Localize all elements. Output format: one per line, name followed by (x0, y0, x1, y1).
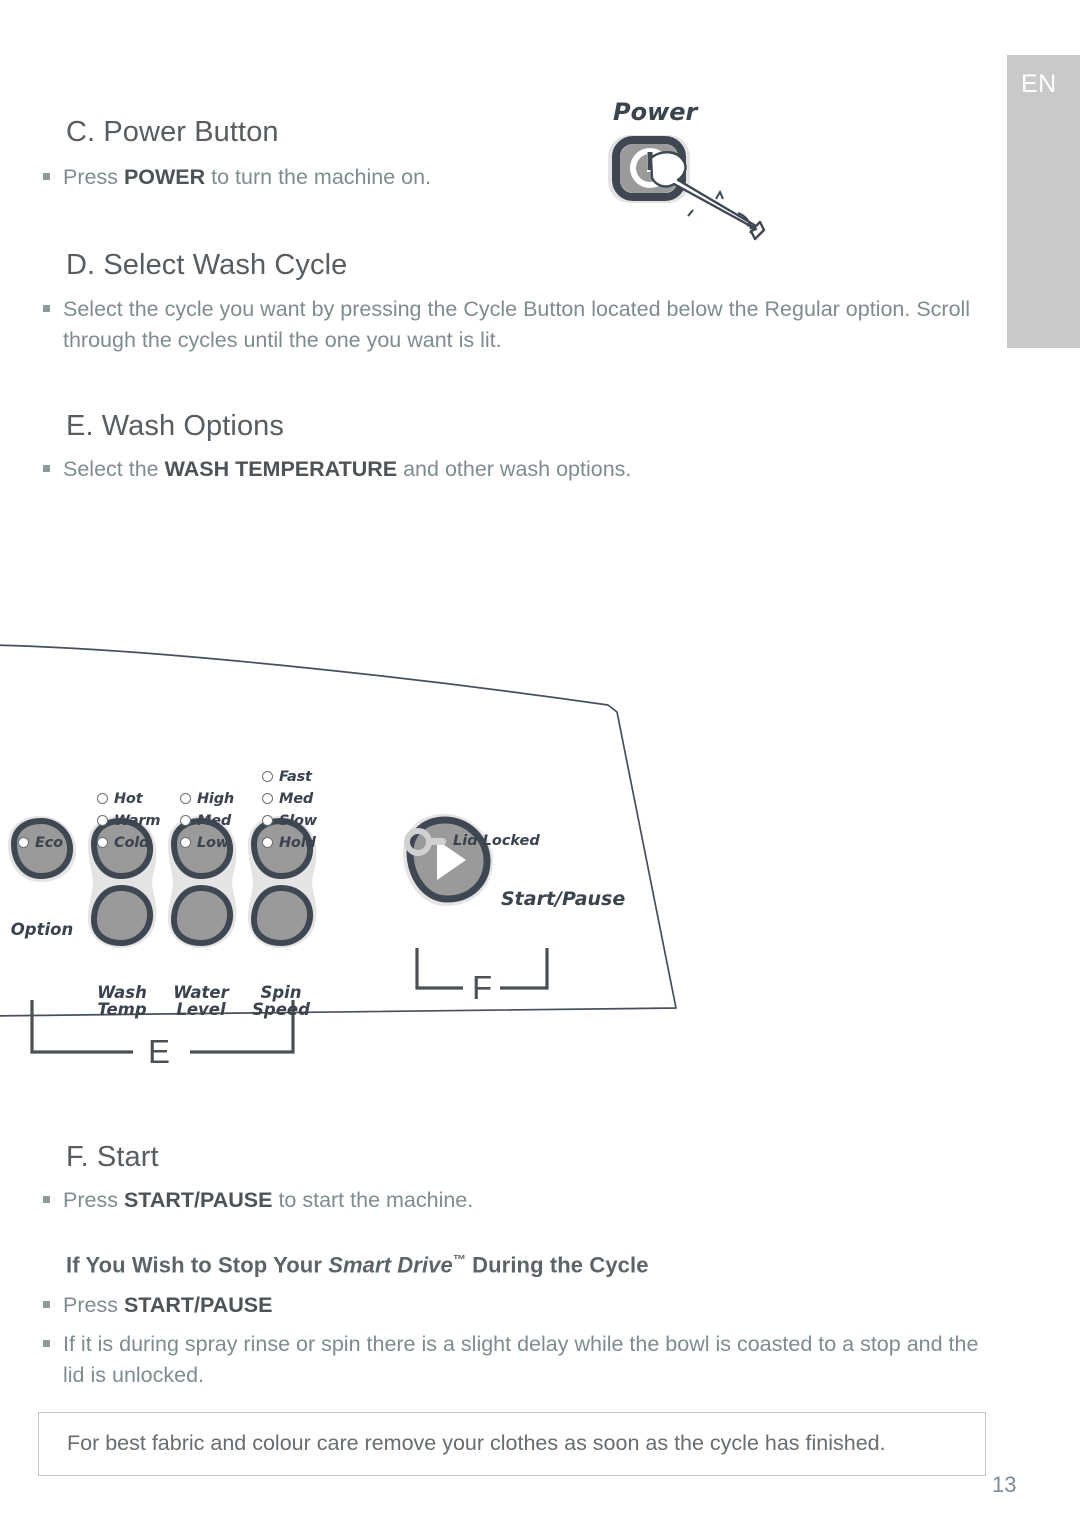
bullet-text: If it is during spray rinse or spin ther… (63, 1332, 979, 1387)
bullet-square-icon (43, 173, 50, 180)
note-box: For best fabric and colour care remove y… (38, 1412, 986, 1476)
led-wash-cold (97, 837, 108, 848)
button-label-option: Option (10, 920, 74, 939)
start-pause-button-graphic (403, 814, 494, 906)
led-label-wash-cold: Cold (114, 835, 150, 851)
led-spin-med (262, 793, 273, 804)
power-illustration-label: Power (613, 98, 698, 126)
stop-subsection-heading: If You Wish to Stop Your Smart Drive™ Du… (66, 1252, 649, 1278)
bullet-text: Select the cycle you want by pressing th… (63, 297, 971, 352)
led-label-spin-med: Med (279, 791, 314, 807)
bullet-spray-rinse-delay: If it is during spray rinse or spin ther… (43, 1329, 995, 1391)
language-tab-label: EN (1021, 70, 1057, 98)
bullet-text: Press POWER to turn the machine on. (63, 165, 432, 189)
led-wash-hot (97, 793, 108, 804)
language-tab: EN (1007, 55, 1080, 348)
led-wash-warm (97, 815, 108, 826)
bullet-square-icon (43, 305, 50, 312)
bullet-start: Press START/PAUSE to start the machine. (43, 1185, 663, 1216)
button-label-wash-temp-line2: Temp (97, 1000, 147, 1019)
led-spin-hold (262, 837, 273, 848)
marker-letter-f: F (472, 969, 493, 1006)
led-water-med (180, 815, 191, 826)
button-label-water-level-line2: Level (176, 1000, 226, 1019)
bullet-square-icon (43, 1196, 50, 1203)
led-label-option-eco: Eco (35, 835, 63, 851)
led-label-water-high: High (197, 791, 235, 807)
led-spin-fast (262, 771, 273, 782)
bullet-press-start-pause: Press START/PAUSE (43, 1290, 663, 1321)
section-heading-select-wash-cycle: D. Select Wash Cycle (66, 249, 348, 281)
led-spin-slow (262, 815, 273, 826)
section-heading-wash-options: E. Wash Options (66, 410, 285, 442)
page-number: 13 (992, 1472, 1017, 1497)
led-option-eco (18, 837, 29, 848)
section-heading-start: F. Start (66, 1141, 159, 1173)
start-pause-label: Start/Pause (501, 888, 626, 910)
bullet-power-button: Press POWER to turn the machine on. (43, 162, 663, 193)
bullet-text: Press START/PAUSE (63, 1293, 273, 1317)
bullet-wash-options: Select the WASH TEMPERATURE and other wa… (43, 454, 743, 485)
note-box-text: For best fabric and colour care remove y… (67, 1431, 886, 1455)
bullet-select-wash-cycle: Select the cycle you want by pressing th… (43, 294, 995, 356)
bullet-text: Press START/PAUSE to start the machine. (63, 1188, 474, 1212)
bullet-square-icon (43, 1301, 50, 1308)
led-label-spin-fast: Fast (279, 769, 312, 785)
marker-letter-e: E (148, 1033, 171, 1070)
led-label-wash-warm: Warm (114, 813, 161, 829)
power-button-illustration: Power (588, 98, 808, 268)
led-label-water-med: Med (197, 813, 232, 829)
bullet-square-icon (43, 1340, 50, 1347)
led-label-spin-slow: Slow (279, 813, 317, 829)
bullet-text: Select the WASH TEMPERATURE and other wa… (63, 457, 632, 481)
led-water-high (180, 793, 191, 804)
led-label-wash-hot: Hot (114, 791, 143, 807)
section-heading-power-button: C. Power Button (66, 116, 279, 148)
control-panel-graphic (0, 644, 677, 1054)
button-label-spin-speed-line2: Speed (252, 1000, 310, 1019)
lid-locked-label: Lid Locked (453, 833, 540, 849)
led-label-spin-hold: Hold (279, 835, 316, 851)
control-panel-illustration: Fast Hot High Med Warm Med Slow Eco Cold… (0, 630, 720, 1090)
led-label-water-low: Low (197, 835, 229, 851)
bullet-square-icon (43, 465, 50, 472)
led-water-low (180, 837, 191, 848)
